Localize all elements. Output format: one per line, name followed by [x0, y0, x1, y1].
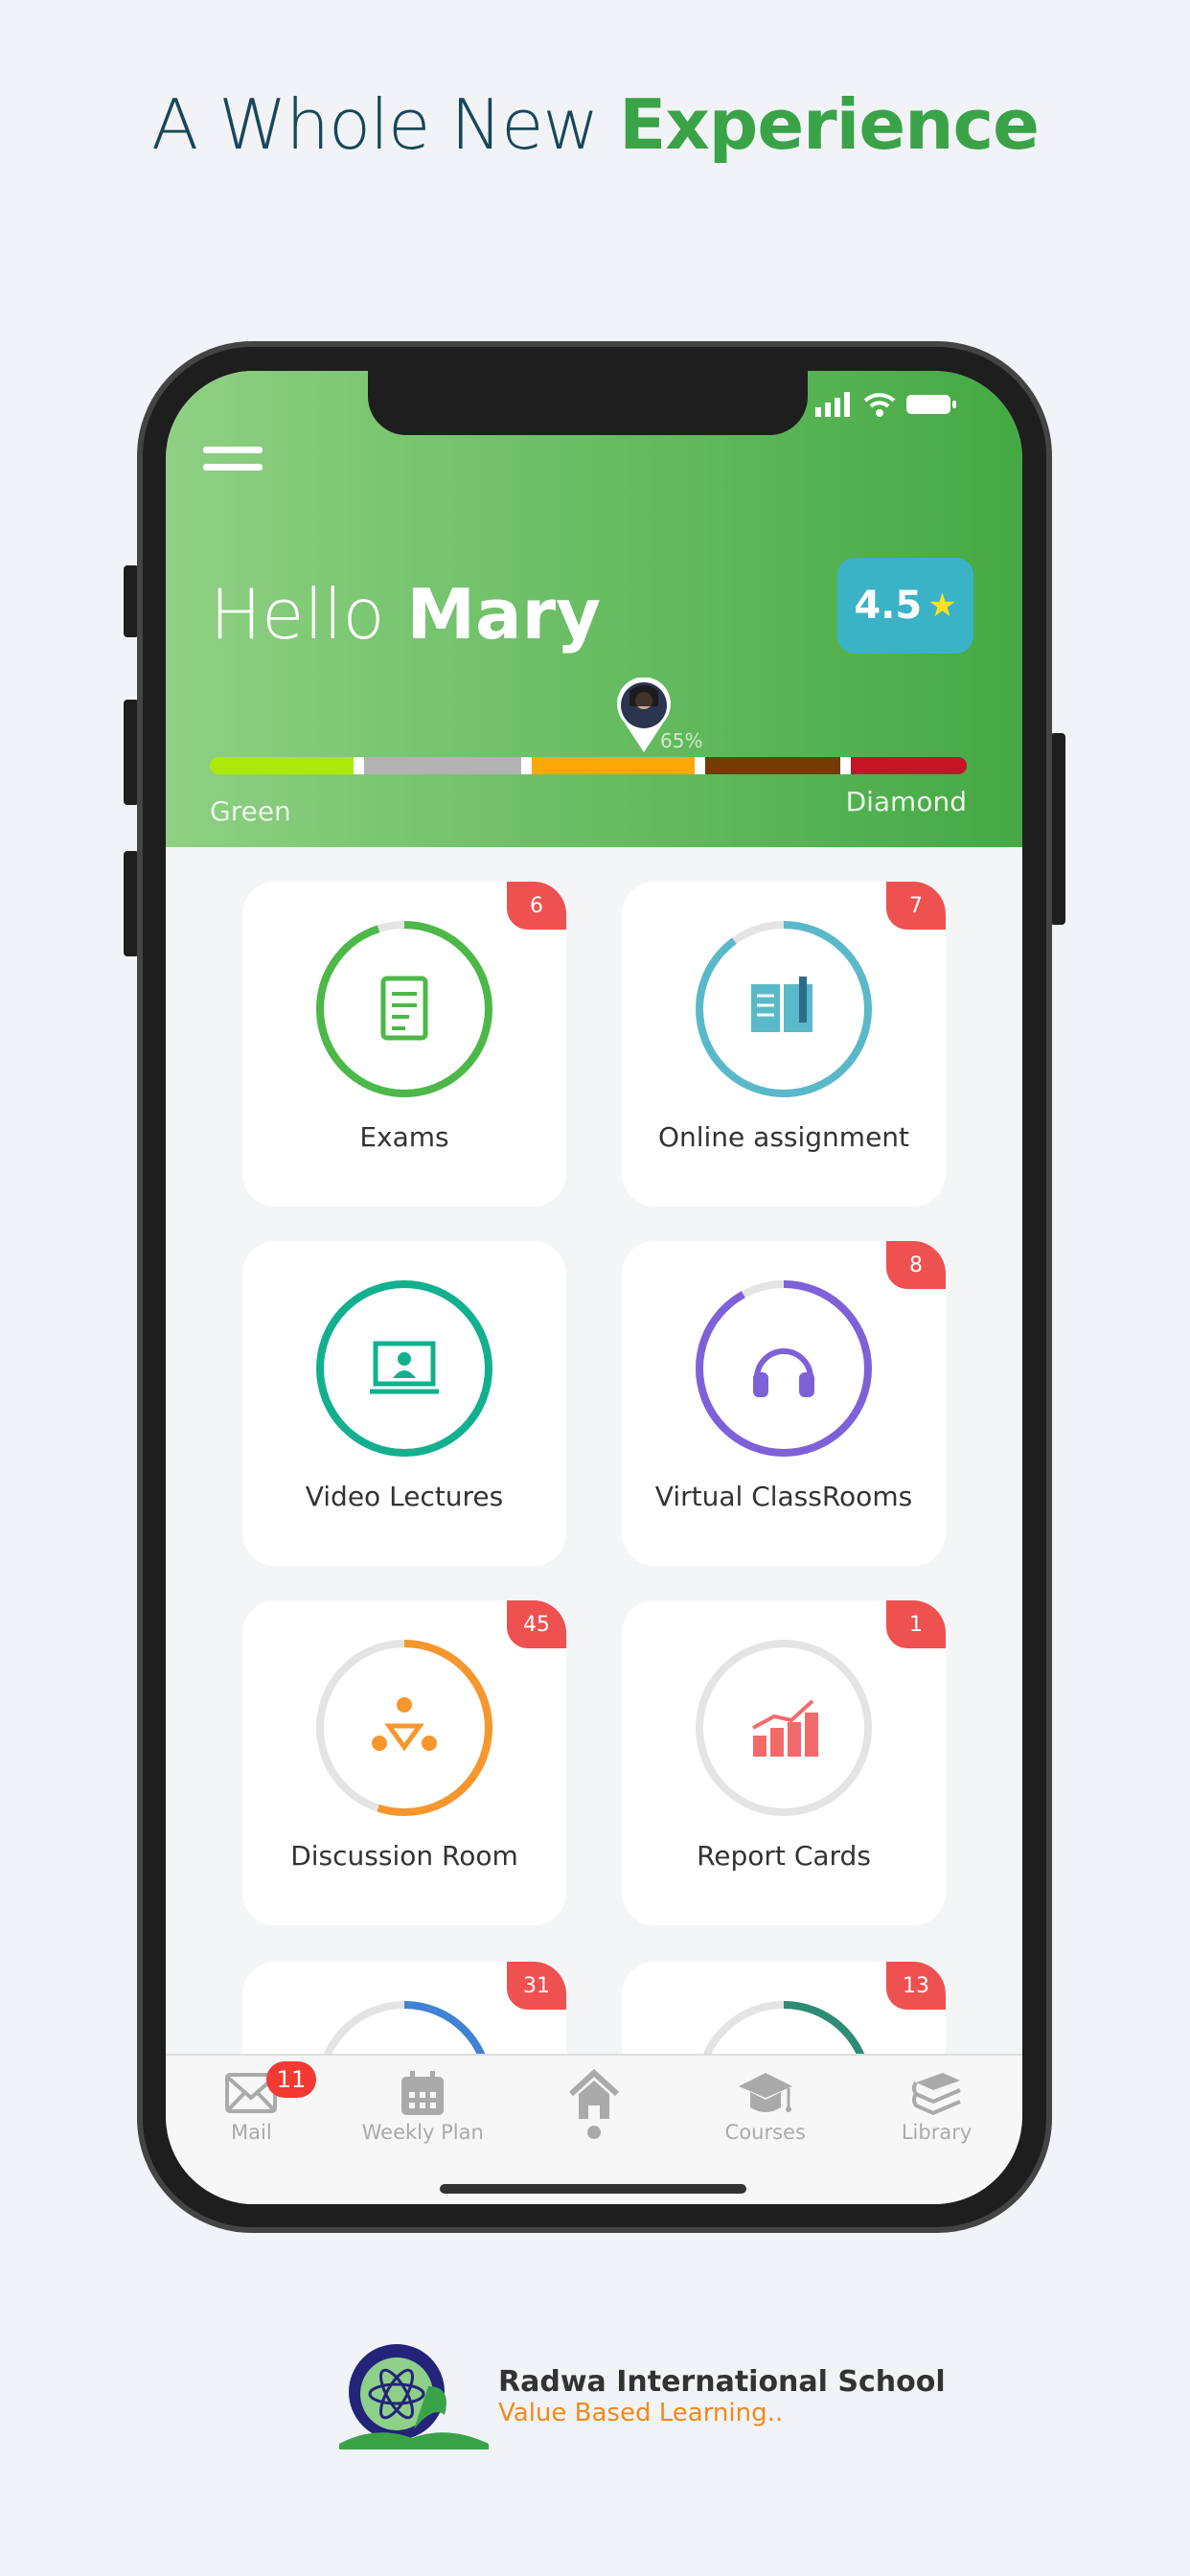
rating-value: 4.5	[854, 584, 923, 628]
nav-library-label: Library	[901, 2121, 973, 2144]
nav-courses[interactable]: Courses	[679, 2056, 851, 2204]
school-logo: Radwa International School Value Based L…	[337, 2338, 946, 2453]
card-label: Virtual ClassRooms	[654, 1481, 913, 1512]
count-badge: 6	[507, 882, 566, 930]
school-name: Radwa International School	[498, 2364, 946, 2399]
school-seal-logo	[339, 2344, 489, 2450]
level-segment-green	[210, 757, 354, 774]
level-progress-bar	[210, 757, 967, 774]
app-screen: Hello Mary 4.5 ★ 65% Green Diamond Exams 6…	[166, 371, 1022, 2204]
level-segment-bronze	[705, 757, 840, 774]
power-button	[1050, 733, 1065, 925]
card-discussion-room[interactable]: Discussion Room 45	[242, 1600, 566, 1925]
card-virtual-classrooms[interactable]: Virtual ClassRooms 8	[622, 1241, 946, 1566]
star-icon: ★	[927, 586, 957, 625]
level-segment-gold	[532, 757, 695, 774]
card-report-cards[interactable]: Report Cards 1	[622, 1600, 946, 1925]
nav-weekly-plan-label: Weekly Plan	[361, 2121, 484, 2144]
nav-mail-label: Mail	[231, 2121, 272, 2144]
school-tagline: Value Based Learning..	[498, 2398, 784, 2427]
count-badge: 7	[886, 882, 946, 930]
open-book-pencil-icon	[751, 977, 812, 1032]
menu-icon[interactable]	[203, 447, 263, 481]
active-dot-icon	[586, 2126, 601, 2139]
greeting-text: Hello	[210, 574, 407, 655]
battery-icon	[906, 395, 956, 414]
headphones-icon	[753, 1348, 814, 1397]
calendar-icon	[401, 2071, 445, 2115]
count-badge: 45	[507, 1600, 566, 1648]
profile-header: Hello Mary 4.5 ★ 65% Green Diamond	[166, 371, 1022, 847]
greeting: Hello Mary	[210, 574, 601, 655]
level-end-label: Diamond	[845, 786, 967, 817]
card-label: Report Cards	[697, 1840, 871, 1872]
notch	[368, 371, 808, 435]
count-badge: 8	[886, 1241, 946, 1289]
user-name: Mary	[406, 574, 602, 655]
level-start-label: Green	[210, 795, 291, 827]
discussion-group-icon	[372, 1697, 437, 1752]
signal-icon	[815, 392, 850, 417]
level-segment-silver	[364, 757, 521, 774]
wifi-icon	[863, 393, 896, 417]
nav-home[interactable]	[509, 2056, 680, 2204]
home-icon	[568, 2069, 620, 2119]
nav-library[interactable]: Library	[851, 2056, 1022, 2204]
headline-highlight: Experience	[619, 84, 1040, 165]
level-segment-diamond	[851, 757, 967, 774]
headline-text: A Whole New	[151, 84, 620, 165]
card-video-lectures[interactable]: Video Lectures	[242, 1241, 566, 1566]
card-online-assignment[interactable]: Online assignment 7	[622, 882, 946, 1207]
video-lecture-icon	[370, 1341, 439, 1394]
headline: A Whole New Experience	[0, 84, 1190, 165]
card-label: Discussion Room	[290, 1840, 518, 1872]
card-label: Exams	[359, 1121, 449, 1153]
bar-chart-up-icon	[752, 1699, 818, 1757]
mail-count-badge: 11	[266, 2061, 316, 2098]
card-label: Online assignment	[657, 1121, 910, 1153]
card-label: Video Lectures	[305, 1481, 504, 1512]
bottom-nav: Mail 11 Weekly Plan Courses Library	[166, 2054, 1022, 2204]
count-badge: 31	[507, 1962, 566, 2010]
nav-weekly-plan[interactable]: Weekly Plan	[337, 2056, 509, 2204]
books-icon	[911, 2073, 961, 2116]
nav-courses-label: Courses	[724, 2121, 806, 2144]
count-badge: 13	[886, 1962, 946, 2010]
graduation-cap-icon	[738, 2073, 792, 2112]
status-bar	[815, 392, 957, 417]
count-badge: 1	[886, 1600, 946, 1648]
rating-badge[interactable]: 4.5 ★	[837, 558, 973, 654]
progress-percent: 65%	[660, 729, 703, 752]
home-indicator[interactable]	[440, 2184, 746, 2194]
card-exams[interactable]: Exams 6	[242, 882, 566, 1207]
nav-mail[interactable]: Mail 11	[166, 2056, 337, 2204]
exam-sheet-icon	[380, 976, 428, 1041]
